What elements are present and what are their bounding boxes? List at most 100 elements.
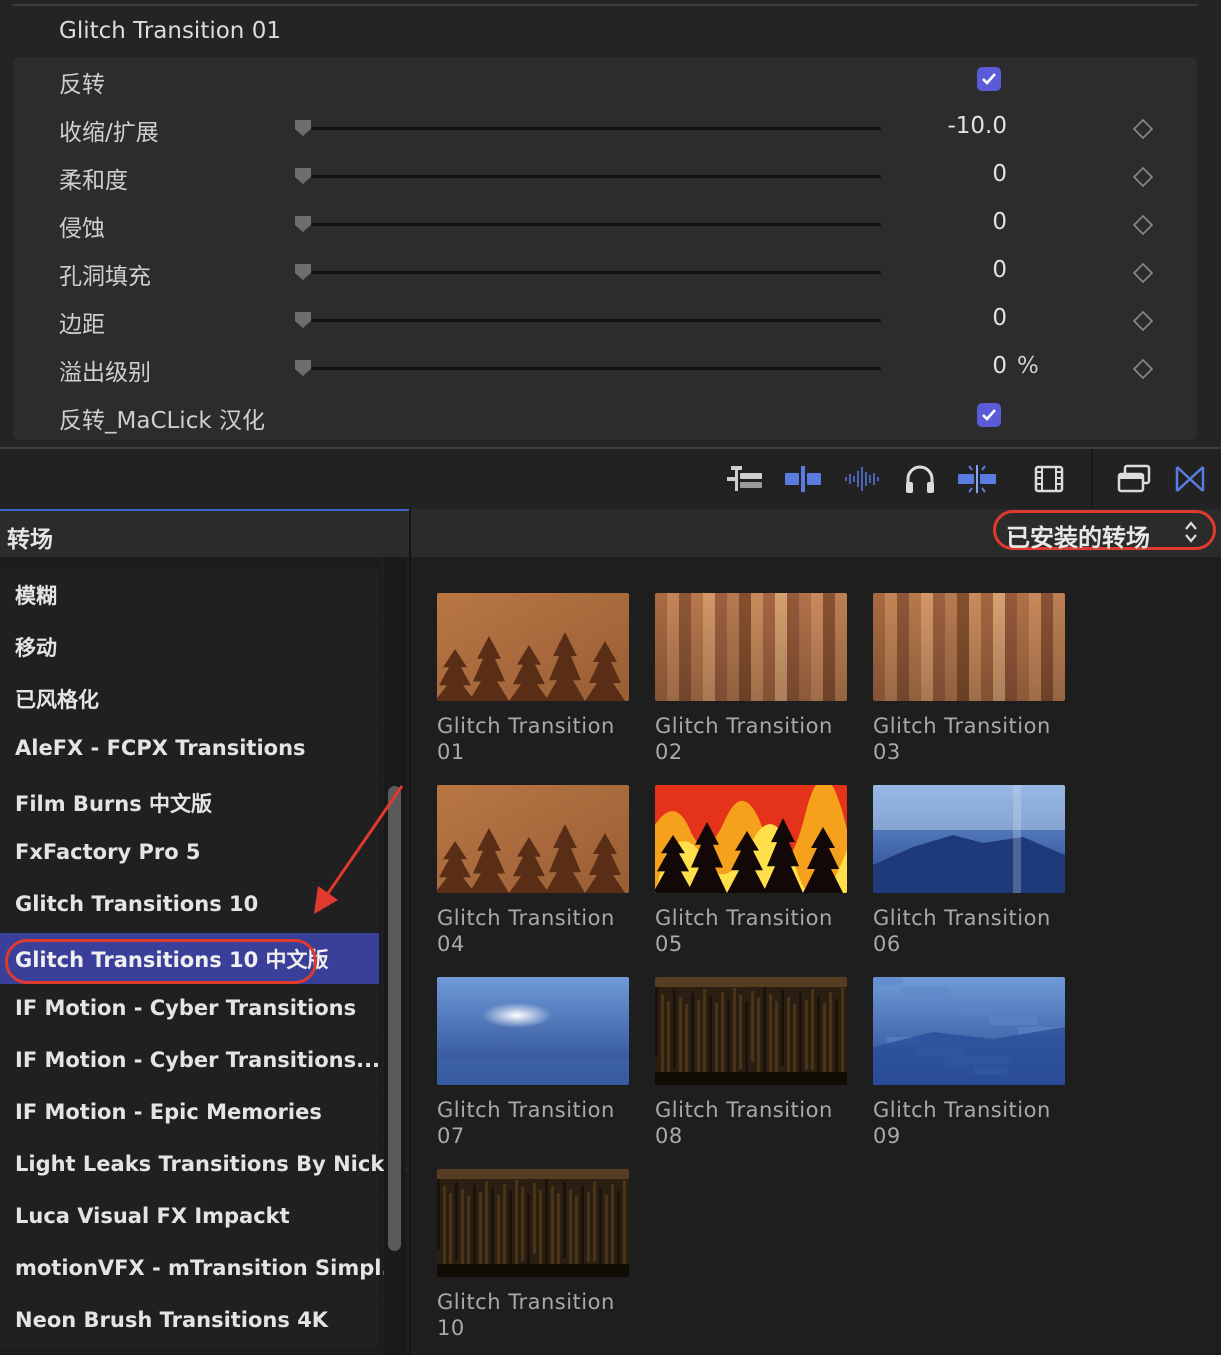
transition-thumbnail[interactable] xyxy=(437,593,629,701)
param-slider-thumb[interactable] xyxy=(294,263,312,281)
sidebar-category-item[interactable]: 模糊 xyxy=(0,569,379,620)
param-slider-thumb[interactable] xyxy=(294,119,312,137)
category-label: Luca Visual FX Impackt xyxy=(15,1204,290,1228)
param-slider-thumb[interactable] xyxy=(294,311,312,329)
keyframe-diamond-icon[interactable] xyxy=(1132,166,1154,188)
category-label: FxFactory Pro 5 xyxy=(15,840,201,864)
transition-thumbnail[interactable] xyxy=(437,977,629,1085)
transition-thumbnail[interactable] xyxy=(437,1169,629,1277)
transition-tile[interactable]: Glitch Transition 01 xyxy=(437,593,629,765)
snap-clip-icon[interactable] xyxy=(784,463,822,495)
category-label: motionVFX - mTransition Simpl... xyxy=(15,1256,406,1280)
transition-name-line2: 09 xyxy=(873,1124,901,1148)
transition-tile[interactable]: Glitch Transition 06 xyxy=(873,785,1065,957)
sidebar-category-item[interactable]: 已风格化 xyxy=(0,673,379,724)
parameters-box: 反转 收缩/扩展 -10.0 柔和度 0 侵蚀 0 孔洞填充 0 边距 0 溢出级别 0% 反转_MaCL… xyxy=(13,57,1197,440)
inspector-divider xyxy=(12,4,1197,6)
transition-thumbnail[interactable] xyxy=(655,593,847,701)
category-label: IF Motion - Cyber Transitions xyxy=(15,996,357,1020)
param-slider-thumb[interactable] xyxy=(294,359,312,377)
transition-thumbnail[interactable] xyxy=(873,593,1065,701)
transition-name: Glitch Transition 09 xyxy=(873,1097,1065,1149)
sidebar-category-item[interactable]: 移动 xyxy=(0,621,379,672)
param-label: 侵蚀 xyxy=(59,216,105,242)
transition-tile[interactable]: Glitch Transition 02 xyxy=(655,593,847,765)
transition-name: Glitch Transition 10 xyxy=(437,1289,629,1341)
param-slider-track[interactable] xyxy=(296,367,881,370)
keyframe-diamond-icon[interactable] xyxy=(1132,214,1154,236)
transition-name-line1: Glitch Transition xyxy=(437,906,615,930)
sidebar-category-item[interactable]: Light Leaks Transitions By Nick... xyxy=(0,1141,408,1192)
param-label: 溢出级别 xyxy=(59,360,151,386)
transition-name: Glitch Transition 01 xyxy=(437,713,629,765)
film-strip-icon[interactable] xyxy=(1032,463,1066,495)
category-label: 已风格化 xyxy=(15,688,99,712)
transition-thumbnail[interactable] xyxy=(655,977,847,1085)
transition-name: Glitch Transition 05 xyxy=(655,905,847,957)
param-label: 收缩/扩展 xyxy=(59,120,159,146)
transition-thumbnail[interactable] xyxy=(437,785,629,893)
transition-tile[interactable]: Glitch Transition 08 xyxy=(655,977,847,1149)
transition-name: Glitch Transition 06 xyxy=(873,905,1065,957)
transition-name-line1: Glitch Transition xyxy=(437,1290,615,1314)
sidebar-header: 转场 xyxy=(0,509,409,557)
transition-thumbnail[interactable] xyxy=(873,785,1065,893)
browser-windows-icon[interactable] xyxy=(1116,463,1152,495)
param-value[interactable]: -10.0 xyxy=(947,113,1007,139)
param-slider-track[interactable] xyxy=(296,271,881,274)
selection-annotation-ring xyxy=(5,939,317,984)
param-label: 孔洞填充 xyxy=(59,264,151,290)
sidebar-category-item[interactable]: Luca Visual FX Impackt xyxy=(0,1193,379,1244)
transition-tile[interactable]: Glitch Transition 09 xyxy=(873,977,1065,1149)
param-slider-thumb[interactable] xyxy=(294,215,312,233)
transition-name-line1: Glitch Transition xyxy=(873,906,1051,930)
param-slider-track[interactable] xyxy=(296,127,881,130)
transition-name-line2: 04 xyxy=(437,932,465,956)
transition-name-line1: Glitch Transition xyxy=(655,906,833,930)
param-slider-track[interactable] xyxy=(296,223,881,226)
transition-tile[interactable]: Glitch Transition 04 xyxy=(437,785,629,957)
transition-thumbnail[interactable] xyxy=(873,977,1065,1085)
transition-name-line1: Glitch Transition xyxy=(655,1098,833,1122)
param-row: 边距 0 xyxy=(13,297,1197,345)
param-checkbox[interactable] xyxy=(977,403,1001,427)
audio-waveform-icon[interactable] xyxy=(843,463,881,495)
toolbar xyxy=(0,449,1221,509)
param-slider-track[interactable] xyxy=(296,175,881,178)
category-label: AleFX - FCPX Transitions xyxy=(15,736,306,760)
toolbar-divider xyxy=(1091,449,1093,509)
transition-name-line1: Glitch Transition xyxy=(873,714,1051,738)
param-value[interactable]: 0 xyxy=(992,305,1007,331)
installed-transitions-dropdown[interactable]: 已安装的转场 xyxy=(993,510,1216,552)
param-value[interactable]: 0 xyxy=(992,161,1007,187)
sidebar-category-item[interactable]: AleFX - FCPX Transitions xyxy=(0,725,379,776)
sidebar-category-item[interactable]: IF Motion - Cyber Transitions... xyxy=(0,1037,380,1088)
category-label: Film Burns 中文版 xyxy=(15,792,213,816)
transition-tile[interactable]: Glitch Transition 03 xyxy=(873,593,1065,765)
headphones-icon[interactable] xyxy=(901,463,939,495)
param-value[interactable]: 0 xyxy=(992,353,1007,379)
transition-tile[interactable]: Glitch Transition 07 xyxy=(437,977,629,1149)
keyframe-diamond-icon[interactable] xyxy=(1132,310,1154,332)
keyframe-diamond-icon[interactable] xyxy=(1132,262,1154,284)
transition-tile[interactable]: Glitch Transition 05 xyxy=(655,785,847,957)
param-checkbox[interactable] xyxy=(977,67,1001,91)
transition-tile[interactable]: Glitch Transition 10 xyxy=(437,1169,629,1341)
param-value[interactable]: 0 xyxy=(992,257,1007,283)
skimming-icon[interactable] xyxy=(956,463,998,495)
sidebar-category-item[interactable]: Neon Brush Transitions 4K xyxy=(0,1297,379,1348)
timeline-index-icon[interactable] xyxy=(726,463,764,495)
param-row: 溢出级别 0% xyxy=(13,345,1197,393)
sidebar-category-item[interactable]: IF Motion - Epic Memories xyxy=(0,1089,379,1140)
keyframe-diamond-icon[interactable] xyxy=(1132,358,1154,380)
param-slider-thumb[interactable] xyxy=(294,167,312,185)
transition-name-line2: 10 xyxy=(437,1316,465,1340)
keyframe-diamond-icon[interactable] xyxy=(1132,118,1154,140)
param-value[interactable]: 0 xyxy=(992,209,1007,235)
param-slider-track[interactable] xyxy=(296,319,881,322)
sidebar-category-item[interactable]: IF Motion - Cyber Transitions xyxy=(0,985,379,1036)
sidebar-category-item[interactable]: motionVFX - mTransition Simpl... xyxy=(0,1245,405,1296)
transition-thumbnail[interactable] xyxy=(655,785,847,893)
transitions-icon[interactable] xyxy=(1172,463,1208,495)
category-label: 移动 xyxy=(15,636,57,660)
